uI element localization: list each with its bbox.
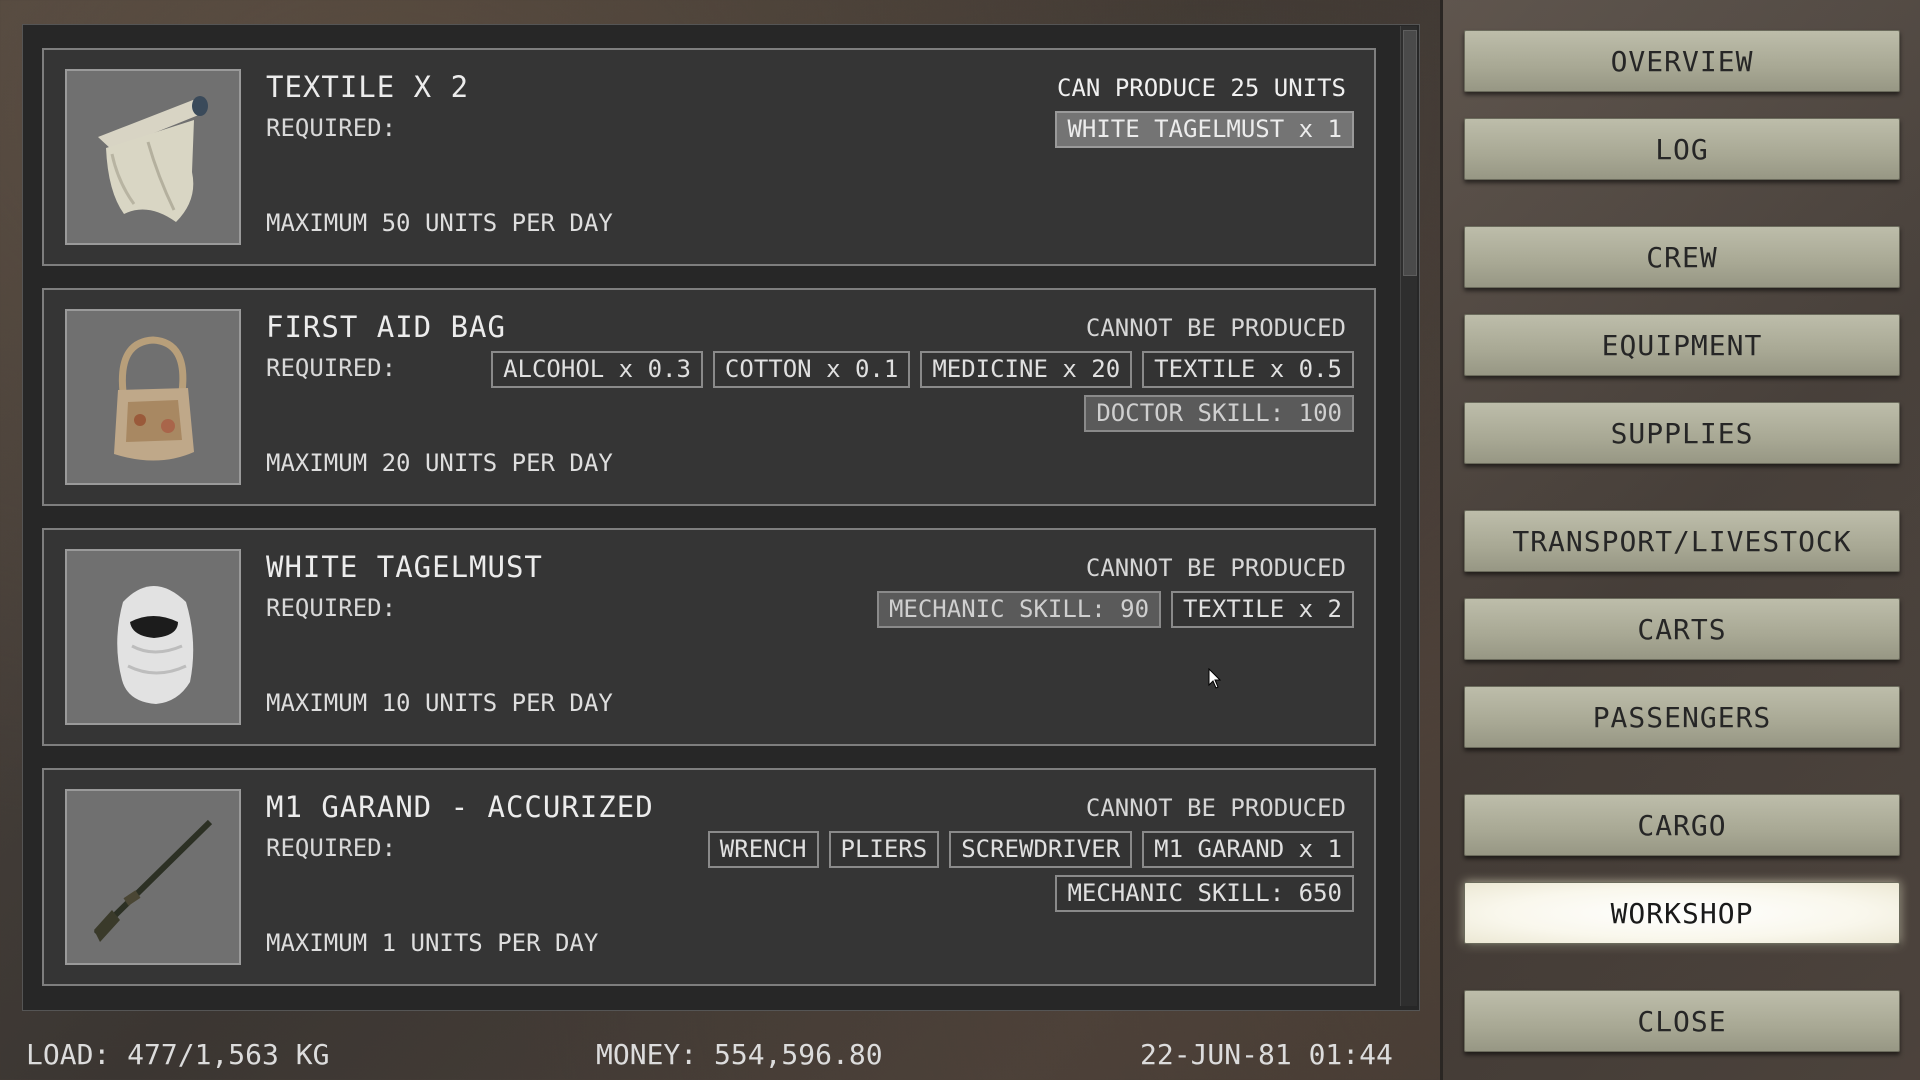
requirement-chip: SCREWDRIVER: [949, 831, 1133, 868]
required-label: REQUIRED:: [266, 114, 397, 142]
list-scrollbar[interactable]: [1400, 26, 1417, 1006]
nav-transport-livestock-button[interactable]: TRANSPORT/LIVESTOCK: [1464, 510, 1900, 572]
recipe-card-textile[interactable]: TEXTILE X 2 REQUIRED: CAN PRODUCE 25 UNI…: [42, 48, 1376, 266]
requirement-chip: PLIERS: [828, 831, 940, 868]
nav-workshop-button[interactable]: WORKSHOP: [1464, 882, 1900, 944]
requirement-chip: TEXTILE x 2: [1171, 591, 1354, 628]
nav-close-button[interactable]: CLOSE: [1464, 990, 1900, 1052]
requirement-chip: WRENCH: [707, 831, 819, 868]
load-readout: LOAD: 477/1,563 KG: [26, 1038, 330, 1071]
nav-cargo-button[interactable]: CARGO: [1464, 794, 1900, 856]
nav-log-button[interactable]: LOG: [1464, 118, 1900, 180]
money-readout: MONEY: 554,596.80: [596, 1038, 883, 1071]
requirement-chip: TEXTILE x 0.5: [1142, 351, 1354, 388]
nav-equipment-button[interactable]: EQUIPMENT: [1464, 314, 1900, 376]
recipe-card-white-tagelmust[interactable]: WHITE TAGELMUST REQUIRED: CANNOT BE PROD…: [42, 528, 1376, 746]
max-units-line: MAXIMUM 10 UNITS PER DAY: [266, 689, 613, 717]
scrollbar-thumb[interactable]: [1403, 30, 1417, 276]
mouse-cursor-icon: [1208, 667, 1222, 694]
production-status: CANNOT BE PRODUCED: [1085, 314, 1346, 342]
production-status: CANNOT BE PRODUCED: [1085, 794, 1346, 822]
nav-overview-button[interactable]: OVERVIEW: [1464, 30, 1900, 92]
skill-requirement-chip: DOCTOR SKILL: 100: [1084, 395, 1354, 432]
first-aid-bag-icon: [65, 309, 241, 485]
requirement-chip: COTTON x 0.1: [712, 351, 911, 388]
textile-icon: [65, 69, 241, 245]
requirements-row-2: MECHANIC SKILL: 650: [1055, 875, 1354, 912]
max-units-line: MAXIMUM 1 UNITS PER DAY: [266, 929, 599, 957]
nav-crew-button[interactable]: CREW: [1464, 226, 1900, 288]
rifle-icon: [65, 789, 241, 965]
required-label: REQUIRED:: [266, 354, 397, 382]
recipe-title: FIRST AID BAG: [266, 310, 506, 344]
skill-requirement-chip: MECHANIC SKILL: 90: [876, 591, 1162, 628]
requirements-row: ALCOHOL x 0.3 COTTON x 0.1 MEDICINE x 20…: [491, 351, 1354, 388]
production-status: CANNOT BE PRODUCED: [1085, 554, 1346, 582]
requirements-row: MECHANIC SKILL: 90 TEXTILE x 2: [876, 591, 1354, 628]
required-label: REQUIRED:: [266, 594, 397, 622]
requirement-chip: MEDICINE x 20: [920, 351, 1133, 388]
requirement-chip: M1 GARAND x 1: [1142, 831, 1354, 868]
recipe-title: WHITE TAGELMUST: [266, 550, 543, 584]
production-status: CAN PRODUCE 25 UNITS: [1057, 74, 1346, 102]
required-label: REQUIRED:: [266, 834, 397, 862]
tagelmust-icon: [65, 549, 241, 725]
requirements-row: WRENCH PLIERS SCREWDRIVER M1 GARAND x 1: [707, 831, 1354, 868]
datetime-readout: 22-JUN-81 01:44: [1140, 1038, 1393, 1071]
requirement-chip: ALCOHOL x 0.3: [491, 351, 703, 388]
max-units-line: MAXIMUM 50 UNITS PER DAY: [266, 209, 613, 237]
requirement-chip: WHITE TAGELMUST x 1: [1055, 111, 1354, 148]
requirements-row-2: DOCTOR SKILL: 100: [1084, 395, 1354, 432]
max-units-line: MAXIMUM 20 UNITS PER DAY: [266, 449, 613, 477]
skill-requirement-chip: MECHANIC SKILL: 650: [1055, 875, 1354, 912]
nav-supplies-button[interactable]: SUPPLIES: [1464, 402, 1900, 464]
recipe-title: TEXTILE X 2: [266, 70, 470, 104]
recipe-card-m1-garand-accurized[interactable]: M1 GARAND - ACCURIZED REQUIRED: CANNOT B…: [42, 768, 1376, 986]
status-bar: LOAD: 477/1,563 KG MONEY: 554,596.80 22-…: [0, 1030, 1440, 1080]
recipe-card-first-aid-bag[interactable]: FIRST AID BAG REQUIRED: CANNOT BE PRODUC…: [42, 288, 1376, 506]
recipe-title: M1 GARAND - ACCURIZED: [266, 790, 654, 824]
nav-passengers-button[interactable]: PASSENGERS: [1464, 686, 1900, 748]
nav-carts-button[interactable]: CARTS: [1464, 598, 1900, 660]
requirements-row: WHITE TAGELMUST x 1: [1055, 111, 1354, 148]
